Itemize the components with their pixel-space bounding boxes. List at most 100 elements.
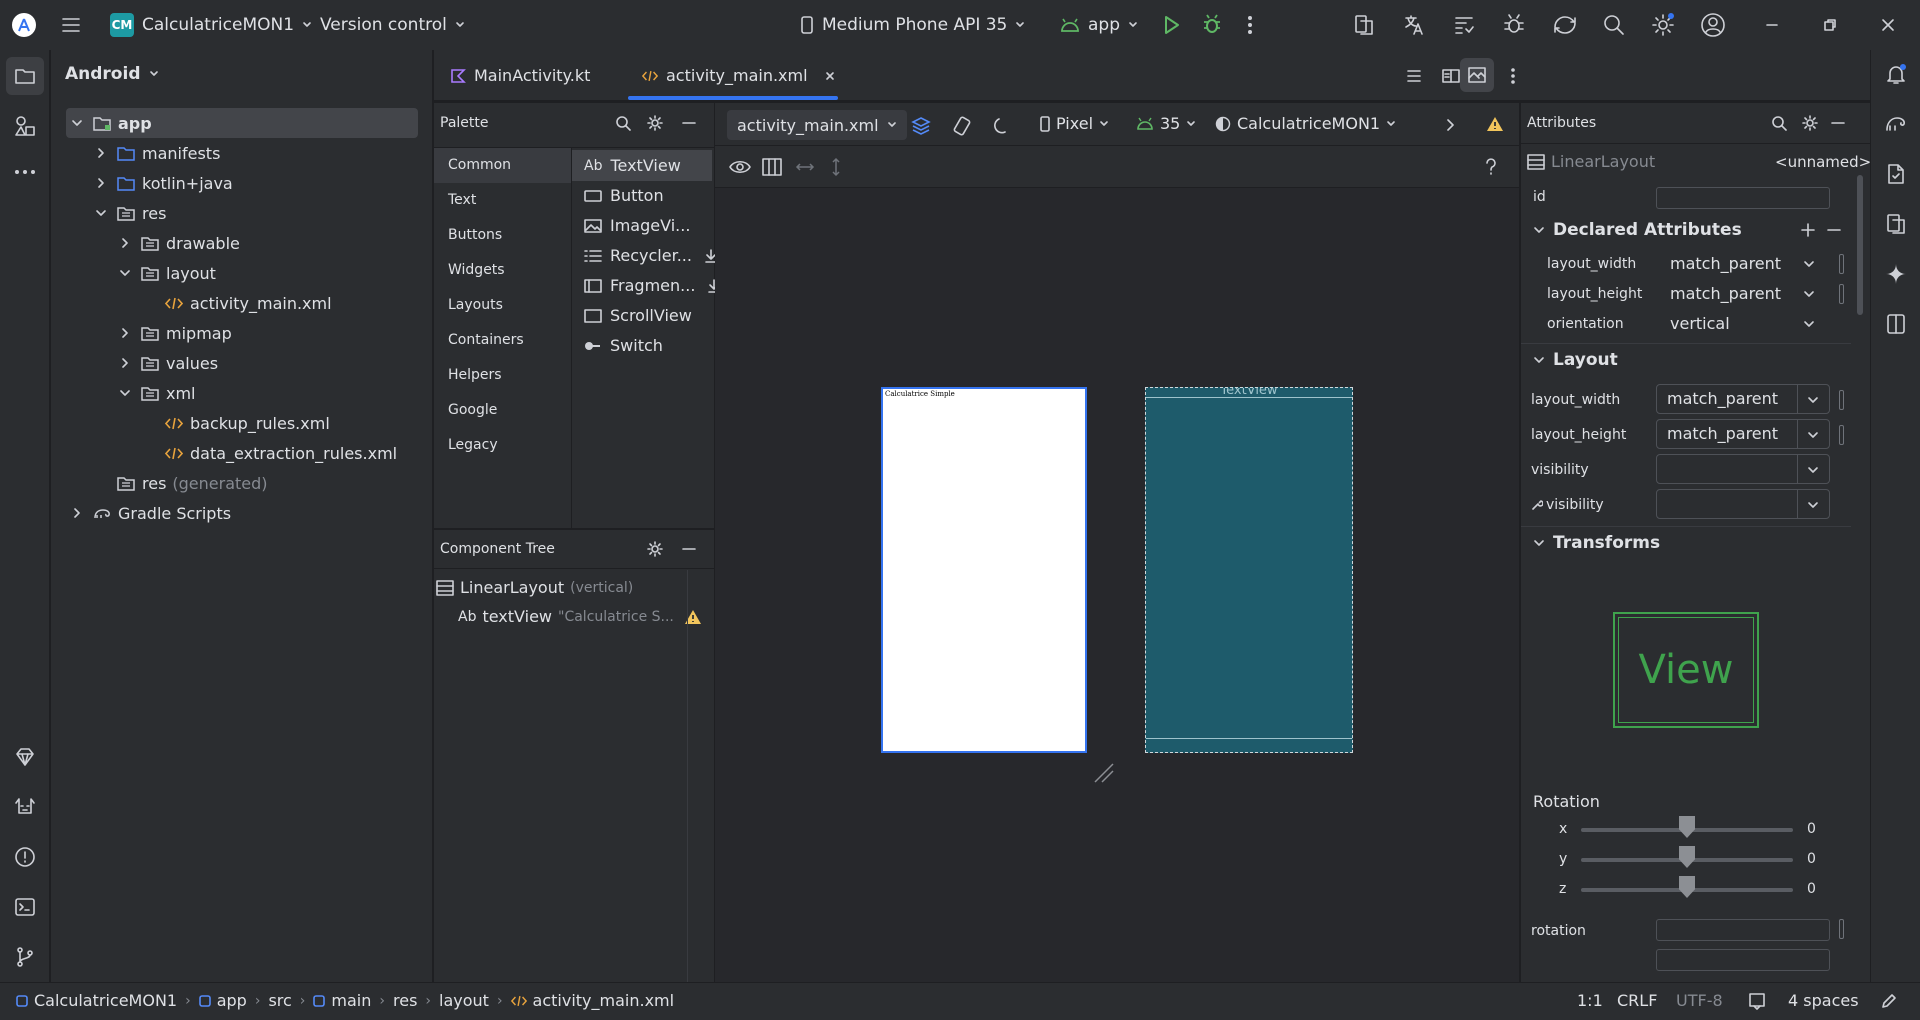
palette-item-scrollview[interactable]: ScrollView [584,306,692,325]
design-canvas[interactable]: Calculatrice Simple TextView [715,188,1519,982]
help-icon[interactable] [1483,157,1499,177]
visibility-dropdown[interactable] [1656,454,1830,484]
sync-layout-icon[interactable] [1452,13,1476,37]
rotation-field[interactable] [1656,919,1830,941]
palette-item-imageview[interactable]: ImageVi... [584,216,690,235]
add-attribute-icon[interactable] [1799,221,1817,239]
tree-item-backup-rules[interactable]: backup_rules.xml [51,408,431,438]
minimize-panel-icon[interactable] [1829,114,1847,132]
chevron-down-icon[interactable] [1803,288,1815,300]
file-selector[interactable]: activity_main.xml [727,110,907,140]
indent-setting[interactable]: 4 spaces [1788,991,1859,1010]
layout-section-header[interactable]: Layout [1533,350,1618,370]
chevron-right-icon[interactable] [1443,117,1457,133]
tree-item-values[interactable]: values [51,348,431,378]
palette-category-containers[interactable]: Containers [448,332,524,348]
palette-category-buttons[interactable]: Buttons [448,227,502,243]
running-devices-icon[interactable] [1884,212,1908,236]
declared-attr-value[interactable]: match_parent [1670,254,1781,273]
breadcrumb-file[interactable]: activity_main.xml [510,991,674,1010]
api-selector[interactable]: 35 [1136,114,1196,133]
warning-icon[interactable] [1486,116,1504,132]
device-manager-icon[interactable] [1352,13,1376,37]
tree-item-app[interactable]: app [66,108,418,138]
tree-item-kotlin-java[interactable]: kotlin+java [51,168,431,198]
account-icon[interactable] [1700,12,1726,38]
run-icon[interactable] [1160,14,1182,36]
device-mirroring-icon[interactable] [1884,312,1908,336]
breadcrumb-layout[interactable]: layout [439,991,489,1010]
palette-category-legacy[interactable]: Legacy [448,437,498,453]
design-preview[interactable]: Calculatrice Simple [881,387,1087,753]
palette-category-common[interactable]: Common [448,157,511,173]
settings-icon[interactable] [646,540,664,558]
palette-category-helpers[interactable]: Helpers [448,367,502,383]
design-surface-icon[interactable] [910,115,932,137]
theme-selector[interactable]: CalculatriceMON1 [1215,114,1396,133]
palette-category-widgets[interactable]: Widgets [448,262,505,278]
tree-item-xml[interactable]: xml [51,378,431,408]
android-studio-logo-icon[interactable] [12,13,36,37]
tab-activity-main[interactable]: activity_main.xml [642,50,836,101]
attribute-field[interactable] [1656,949,1830,971]
device-file-explorer-icon[interactable] [1884,162,1908,186]
rotation-z-thumb[interactable] [1679,876,1695,898]
tree-item-data-extraction-rules[interactable]: data_extraction_rules.xml [51,438,431,468]
palette-item-textview[interactable]: Ab TextView [584,156,681,175]
blueprint-toggle-icon[interactable] [762,158,782,176]
tools-visibility-dropdown[interactable] [1656,489,1830,519]
night-mode-icon[interactable] [990,115,1012,137]
declared-attributes-header[interactable]: Declared Attributes [1533,220,1742,240]
design-view-icon[interactable] [1460,58,1494,92]
resize-handle-icon[interactable] [1093,762,1115,784]
project-tool-icon[interactable] [6,57,44,95]
palette-category-text[interactable]: Text [448,192,476,208]
tree-item-res-generated[interactable]: res (generated) [51,468,431,498]
transforms-section-header[interactable]: Transforms [1533,533,1660,553]
more-actions-icon[interactable] [1246,14,1254,36]
run-config-selector[interactable]: app [1060,0,1138,50]
tree-item-res[interactable]: res [51,198,431,228]
declared-attr-value[interactable]: vertical [1670,314,1730,333]
breadcrumb-app[interactable]: app [198,991,247,1010]
version-control-menu[interactable]: Version control [320,0,465,50]
horizontal-resize-icon[interactable] [795,158,815,176]
breadcrumb-project[interactable]: CalculatriceMON1 [16,991,177,1010]
split-view-icon[interactable] [1441,66,1461,86]
preview-textview[interactable]: Calculatrice Simple [885,390,955,398]
orientation-icon[interactable] [951,115,973,137]
scrollbar-thumb[interactable] [1857,175,1863,315]
app-inspection-icon[interactable] [1502,13,1526,37]
palette-item-switch[interactable]: Switch [584,336,663,355]
minimize-panel-icon[interactable] [680,114,698,132]
rotation-x-thumb[interactable] [1679,816,1695,838]
tree-item-activity-main[interactable]: activity_main.xml [51,288,431,318]
editor-more-icon[interactable] [1509,66,1517,86]
device-selector[interactable]: Pixel [1040,114,1109,133]
palette-item-fragment[interactable]: Fragmen... [584,276,721,295]
cursor-position[interactable]: 1:1 [1577,991,1603,1010]
edit-icon[interactable] [1880,992,1898,1010]
breadcrumb-src[interactable]: src [268,991,291,1010]
problems-icon[interactable] [13,845,37,869]
resource-manager-icon[interactable] [13,114,37,138]
search-icon[interactable] [1770,114,1788,132]
tree-item-gradle-scripts[interactable]: Gradle Scripts [51,498,431,528]
palette-item-button[interactable]: Button [584,186,664,205]
component-tree-textview[interactable]: Ab textView "Calculatrice S... [458,607,702,626]
rotation-y-thumb[interactable] [1679,846,1695,868]
file-encoding[interactable]: UTF-8 [1676,991,1723,1010]
settings-icon[interactable] [646,114,664,132]
project-selector[interactable]: CM CalculatriceMON1 [110,0,312,50]
more-tools-icon[interactable] [13,160,37,184]
tree-item-manifests[interactable]: manifests [51,138,431,168]
gemini-sparkle-icon[interactable] [1884,262,1908,286]
chevron-down-icon[interactable] [1803,258,1815,270]
id-field[interactable] [1656,187,1830,209]
translate-icon[interactable] [1402,13,1426,37]
code-view-icon[interactable] [1404,66,1424,86]
blueprint-preview[interactable]: TextView [1145,387,1353,753]
project-view-selector[interactable]: Android [65,64,159,84]
main-menu-icon[interactable] [60,14,82,36]
layout-width-dropdown[interactable]: match_parent [1656,384,1830,414]
